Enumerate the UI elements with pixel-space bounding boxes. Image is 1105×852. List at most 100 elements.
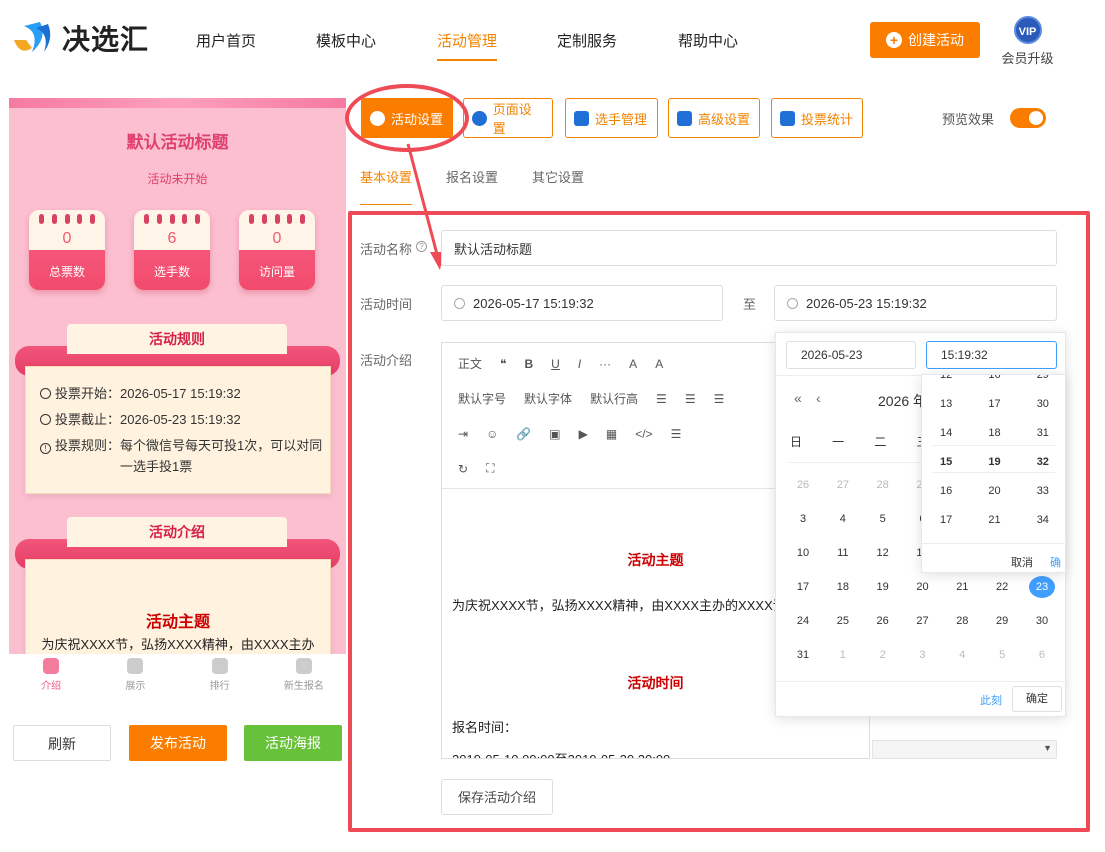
end-time-input[interactable]: 2026-05-23 15:19:32 — [774, 285, 1057, 321]
calendar-day[interactable]: 27 — [909, 615, 935, 627]
subtab-signup[interactable]: 报名设置 — [446, 167, 498, 186]
calendar-day[interactable]: 17 — [790, 581, 816, 598]
italic-icon[interactable]: I — [578, 357, 581, 371]
time-cell[interactable]: 12 — [940, 375, 952, 381]
nav-help[interactable]: 帮助中心 — [678, 30, 738, 51]
refresh-button[interactable]: 刷新 — [13, 725, 111, 761]
time-cell[interactable]: 30 — [1037, 398, 1049, 410]
calendar-day[interactable]: 2 — [870, 649, 896, 661]
calendar-day[interactable]: 5 — [870, 513, 896, 525]
fullscreen-icon[interactable]: ⛶ — [486, 461, 494, 476]
calendar-day[interactable]: 3 — [909, 649, 935, 661]
align-icon[interactable]: ☰ — [671, 427, 682, 441]
tab-vote-stats[interactable]: 投票统计 — [771, 98, 863, 138]
number-list-icon[interactable]: ☰ — [685, 392, 696, 406]
time-cell[interactable]: 33 — [1037, 485, 1049, 497]
emoji-icon[interactable]: ☺ — [486, 427, 498, 441]
link-icon[interactable]: 🔗 — [516, 427, 531, 441]
font-color-icon[interactable]: A — [629, 357, 637, 371]
time-cell[interactable]: 17 — [940, 514, 952, 526]
time-cell[interactable]: 29 — [1037, 375, 1049, 381]
bullet-list-icon[interactable]: ☰ — [656, 392, 667, 406]
calendar-day[interactable]: 31 — [790, 649, 816, 661]
tabbar-item-intro[interactable]: 介绍 — [9, 654, 93, 704]
underline-icon[interactable]: U — [551, 357, 560, 371]
calendar-day[interactable]: 29 — [989, 615, 1015, 627]
calendar-day[interactable]: 1 — [830, 649, 856, 661]
help-icon[interactable]: ? — [416, 241, 427, 252]
calendar-day[interactable]: 28 — [949, 615, 975, 627]
bg-color-icon[interactable]: A — [655, 357, 663, 371]
nav-custom-service[interactable]: 定制服务 — [557, 30, 617, 51]
subtab-other[interactable]: 其它设置 — [532, 167, 584, 186]
calendar-day[interactable]: 18 — [830, 581, 856, 598]
calendar-day[interactable]: 28 — [870, 479, 896, 491]
tabbar-item-rank[interactable]: 排行 — [178, 654, 262, 704]
calendar-day[interactable]: 6 — [1029, 649, 1055, 661]
editor-scrollbar[interactable]: ▼ — [872, 740, 1057, 759]
picker-confirm-button[interactable]: 确定 — [1012, 686, 1062, 712]
calendar-day[interactable]: 5 — [989, 649, 1015, 661]
calendar-day[interactable]: 4 — [949, 649, 975, 661]
code-icon[interactable]: </> — [635, 427, 652, 441]
time-cell[interactable]: 31 — [1037, 427, 1049, 439]
prev-month-icon[interactable]: ‹ — [816, 390, 821, 406]
calendar-day[interactable]: 22 — [989, 581, 1015, 598]
calendar-day[interactable]: 3 — [790, 513, 816, 525]
start-time-input[interactable]: 2026-05-17 15:19:32 — [441, 285, 723, 321]
calendar-day[interactable]: 24 — [790, 615, 816, 627]
indent-icon[interactable]: ⇥ — [458, 427, 468, 441]
calendar-day[interactable]: 23 — [1028, 576, 1055, 598]
nav-templates[interactable]: 模板中心 — [316, 30, 376, 51]
image-icon[interactable]: ▣ — [549, 427, 560, 441]
tabbar-item-signup[interactable]: 新生报名 — [262, 654, 346, 704]
time-cancel-button[interactable]: 取消 — [1011, 554, 1033, 570]
more-icon[interactable]: ··· — [599, 357, 611, 371]
vip-upgrade[interactable]: VIP 会员升级 — [1000, 16, 1055, 67]
calendar-day[interactable]: 20 — [909, 581, 935, 598]
quote-icon[interactable]: ❝ — [500, 357, 506, 371]
font-family-select[interactable]: 默认字体 — [524, 390, 572, 407]
prev-year-icon[interactable]: « — [794, 390, 802, 406]
tab-player-manage[interactable]: 选手管理 — [565, 98, 658, 138]
time-cell[interactable]: 13 — [940, 398, 952, 410]
calendar-day[interactable]: 30 — [1029, 615, 1055, 627]
calendar-day[interactable]: 10 — [790, 547, 816, 559]
time-cell[interactable]: 16 — [940, 485, 952, 497]
nav-home[interactable]: 用户首页 — [196, 30, 256, 51]
tab-advanced-settings[interactable]: 高级设置 — [668, 98, 760, 138]
line-height-select[interactable]: 默认行高 — [590, 390, 638, 407]
activity-name-input[interactable]: 默认活动标题 — [441, 230, 1057, 266]
picker-time-input[interactable]: 15:19:32 — [926, 341, 1057, 369]
calendar-day[interactable]: 11 — [830, 547, 856, 559]
tabbar-item-show[interactable]: 展示 — [93, 654, 177, 704]
picker-date-input[interactable]: 2026-05-23 — [786, 341, 916, 369]
brand-logo[interactable]: 决选汇 — [10, 18, 149, 58]
time-cell[interactable]: 20 — [988, 485, 1000, 497]
create-activity-button[interactable]: + 创建活动 — [870, 22, 980, 58]
save-intro-button[interactable]: 保存活动介绍 — [441, 779, 553, 815]
bold-icon[interactable]: B — [524, 357, 533, 371]
paragraph-select[interactable]: 正文 — [458, 355, 482, 372]
todo-icon[interactable]: ☰ — [714, 392, 725, 406]
tab-page-settings[interactable]: 页面设置 — [463, 98, 553, 138]
time-confirm-button[interactable]: 确定 — [1050, 554, 1065, 572]
calendar-day[interactable]: 4 — [830, 513, 856, 525]
calendar-day[interactable]: 12 — [870, 547, 896, 559]
poster-button[interactable]: 活动海报 — [244, 725, 342, 761]
time-cell[interactable]: 17 — [988, 398, 1000, 410]
font-size-select[interactable]: 默认字号 — [458, 390, 506, 407]
video-icon[interactable]: ▶ — [579, 427, 588, 441]
table-icon[interactable]: ▦ — [606, 427, 617, 441]
now-link[interactable]: 此刻 — [980, 692, 1002, 708]
time-cell[interactable]: 34 — [1037, 514, 1049, 526]
publish-button[interactable]: 发布活动 — [129, 725, 227, 761]
calendar-day[interactable]: 26 — [790, 479, 816, 491]
redo-icon[interactable]: ↻ — [458, 462, 468, 476]
calendar-day[interactable]: 19 — [870, 581, 896, 598]
time-cell[interactable]: 16 — [988, 375, 1000, 381]
time-cell[interactable]: 21 — [988, 514, 1000, 526]
time-cell[interactable]: 14 — [940, 427, 952, 439]
calendar-day[interactable]: 26 — [870, 615, 896, 627]
calendar-day[interactable]: 21 — [949, 581, 975, 598]
